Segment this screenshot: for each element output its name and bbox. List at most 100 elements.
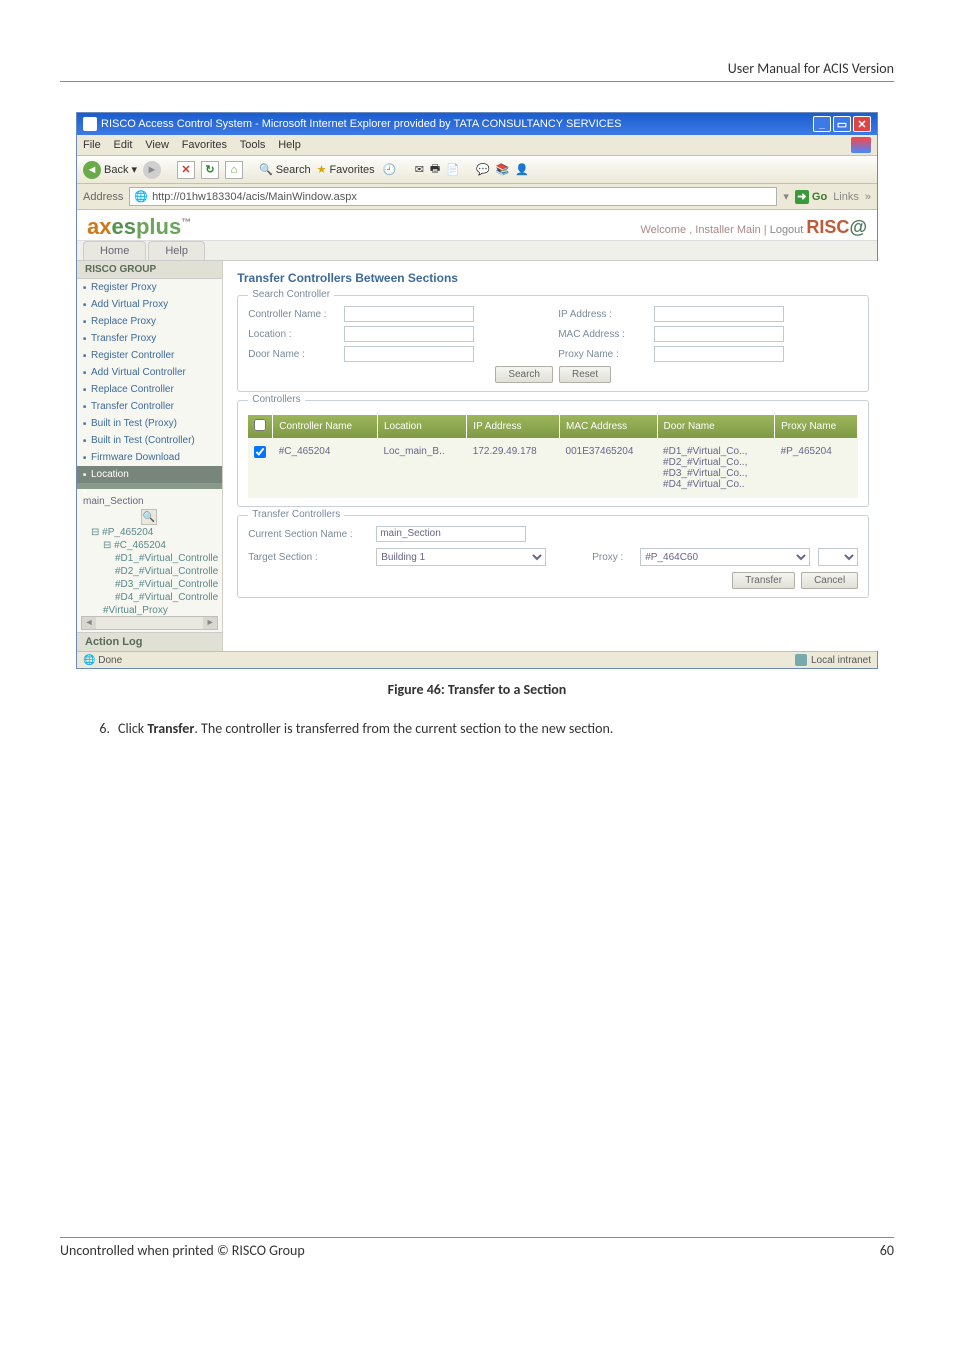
tree-search-icon[interactable]: 🔍 <box>141 509 157 525</box>
label-controller-name: Controller Name : <box>248 309 338 320</box>
discuss-icon[interactable]: 💬 <box>476 163 490 176</box>
action-log-header[interactable]: Action Log <box>77 632 222 651</box>
research-icon[interactable]: 📚 <box>496 163 510 176</box>
transfer-button[interactable]: Transfer <box>732 572 795 589</box>
input-controller-name[interactable] <box>344 306 474 322</box>
sidebar-item-add-virtual-controller[interactable]: Add Virtual Controller <box>77 364 222 381</box>
sidebar-item-replace-controller[interactable]: Replace Controller <box>77 381 222 398</box>
legend-controllers: Controllers <box>248 394 304 405</box>
th-door: Door Name <box>657 415 775 438</box>
doc-header: User Manual for ACIS Version <box>60 60 894 82</box>
forward-icon[interactable]: ► <box>143 161 161 179</box>
step-number: 6. <box>90 720 110 737</box>
tab-home[interactable]: Home <box>83 241 146 260</box>
reset-button[interactable]: Reset <box>559 366 611 383</box>
ie-toolbar: ◄ Back ▾ ► ✕ ↻ ⌂ 🔍 Search ★ Favorites 🕘 … <box>77 156 877 184</box>
fieldset-controllers: Controllers Controller Name Location IP … <box>237 400 869 507</box>
tree-node-p[interactable]: ⊟ #P_465204 <box>81 526 218 539</box>
tree-scroll-left-icon[interactable]: ◄ <box>82 617 96 629</box>
sidebar-item-transfer-proxy[interactable]: Transfer Proxy <box>77 330 222 347</box>
axesplus-logo: axesplus™ <box>87 214 191 240</box>
fieldset-search: Search Controller Controller Name : IP A… <box>237 295 869 392</box>
select-target-section[interactable]: Building 1 <box>376 548 546 566</box>
cell-door: #D1_#Virtual_Co.., #D2_#Virtual_Co.., #D… <box>657 438 775 498</box>
th-ip: IP Address <box>467 415 560 438</box>
minimize-icon[interactable]: _ <box>813 116 831 132</box>
tree-node-d3[interactable]: #D3_#Virtual_Controlle <box>81 578 218 591</box>
input-mac[interactable] <box>654 326 784 342</box>
sidebar-item-transfer-controller[interactable]: Transfer Controller <box>77 398 222 415</box>
home-icon[interactable]: ⌂ <box>225 161 243 179</box>
menu-edit[interactable]: Edit <box>114 139 133 151</box>
label-proxy-name: Proxy Name : <box>558 349 648 360</box>
search-button-panel[interactable]: Search <box>495 366 553 383</box>
tree-scrollbar[interactable]: ◄ ► <box>81 616 218 630</box>
input-current-section[interactable]: main_Section <box>376 526 526 542</box>
menu-tools[interactable]: Tools <box>240 139 266 151</box>
input-proxy-name[interactable] <box>654 346 784 362</box>
tree-node-d4[interactable]: #D4_#Virtual_Controlle <box>81 591 218 604</box>
history-icon[interactable]: 🕘 <box>381 161 399 179</box>
sidebar-item-bit-proxy[interactable]: Built in Test (Proxy) <box>77 415 222 432</box>
refresh-icon[interactable]: ↻ <box>201 161 219 179</box>
table-row[interactable]: #C_465204 Loc_main_B.. 172.29.49.178 001… <box>248 438 858 498</box>
sidebar-item-register-proxy[interactable]: Register Proxy <box>77 279 222 296</box>
cancel-button[interactable]: Cancel <box>801 572 858 589</box>
main-panel: Transfer Controllers Between Sections Se… <box>223 261 883 651</box>
maximize-icon[interactable]: ▭ <box>833 116 851 132</box>
sidebar-item-firmware[interactable]: Firmware Download <box>77 449 222 466</box>
messenger-icon[interactable]: 👤 <box>515 163 529 176</box>
label-location: Location : <box>248 329 338 340</box>
mail-icon[interactable]: ✉ <box>415 163 424 176</box>
tree-scroll-right-icon[interactable]: ► <box>203 617 217 629</box>
tree-node-d2[interactable]: #D2_#Virtual_Controlle <box>81 565 218 578</box>
logout-link[interactable]: Logout <box>770 224 804 236</box>
label-door: Door Name : <box>248 349 338 360</box>
sidebar-item-replace-proxy[interactable]: Replace Proxy <box>77 313 222 330</box>
th-mac: MAC Address <box>560 415 658 438</box>
sidebar-item-register-controller[interactable]: Register Controller <box>77 347 222 364</box>
page-icon: 🌐 <box>134 190 148 203</box>
tree-node-d1[interactable]: #D1_#Virtual_Controlle <box>81 552 218 565</box>
risco-logo: RISC@ <box>806 217 867 237</box>
sidebar-item-bit-controller[interactable]: Built in Test (Controller) <box>77 432 222 449</box>
tab-help[interactable]: Help <box>148 241 205 260</box>
favorites-button[interactable]: ★ Favorites <box>317 163 375 176</box>
label-mac: MAC Address : <box>558 329 648 340</box>
input-door[interactable] <box>344 346 474 362</box>
doc-footer: Uncontrolled when printed © RISCO Group … <box>60 1237 894 1259</box>
links-label[interactable]: Links <box>833 191 859 203</box>
sidebar-item-add-virtual-proxy[interactable]: Add Virtual Proxy <box>77 296 222 313</box>
ie-title-bar: RISCO Access Control System - Microsoft … <box>77 113 877 135</box>
select-proxy[interactable]: #P_464C60 <box>640 548 810 566</box>
figure-caption: Figure 46: Transfer to a Section <box>60 681 894 698</box>
sidebar-item-location[interactable]: Location <box>77 466 222 483</box>
address-input[interactable]: 🌐 http://01hw183304/acis/MainWindow.aspx <box>129 187 777 206</box>
close-icon[interactable]: ✕ <box>853 116 871 132</box>
sidebar: RISCO GROUP Register Proxy Add Virtual P… <box>77 261 223 651</box>
address-url: http://01hw183304/acis/MainWindow.aspx <box>152 191 357 203</box>
input-location[interactable] <box>344 326 474 342</box>
ie-app-icon <box>83 117 97 131</box>
menu-file[interactable]: File <box>83 139 101 151</box>
tree-main-section[interactable]: main_Section <box>81 495 218 508</box>
search-button[interactable]: 🔍 Search <box>259 163 311 176</box>
menu-view[interactable]: View <box>145 139 169 151</box>
table-header-row: Controller Name Location IP Address MAC … <box>248 415 858 438</box>
cell-name: #C_465204 <box>273 438 378 498</box>
status-zone-icon <box>795 654 807 666</box>
menu-favorites[interactable]: Favorites <box>182 139 227 151</box>
tree-node-c[interactable]: ⊟ #C_465204 <box>81 539 218 552</box>
select-extra[interactable] <box>818 548 858 566</box>
edit-icon[interactable]: 📄 <box>446 163 460 176</box>
go-button[interactable]: ➜ Go <box>795 190 827 204</box>
header-checkbox[interactable] <box>254 419 266 431</box>
stop-icon[interactable]: ✕ <box>177 161 195 179</box>
print-icon[interactable]: 🖶 <box>430 160 440 179</box>
back-icon: ◄ <box>83 161 101 179</box>
row-checkbox[interactable] <box>254 446 266 458</box>
input-ip[interactable] <box>654 306 784 322</box>
address-label: Address <box>83 191 123 203</box>
back-button[interactable]: ◄ Back ▾ <box>83 161 137 179</box>
menu-help[interactable]: Help <box>278 139 301 151</box>
